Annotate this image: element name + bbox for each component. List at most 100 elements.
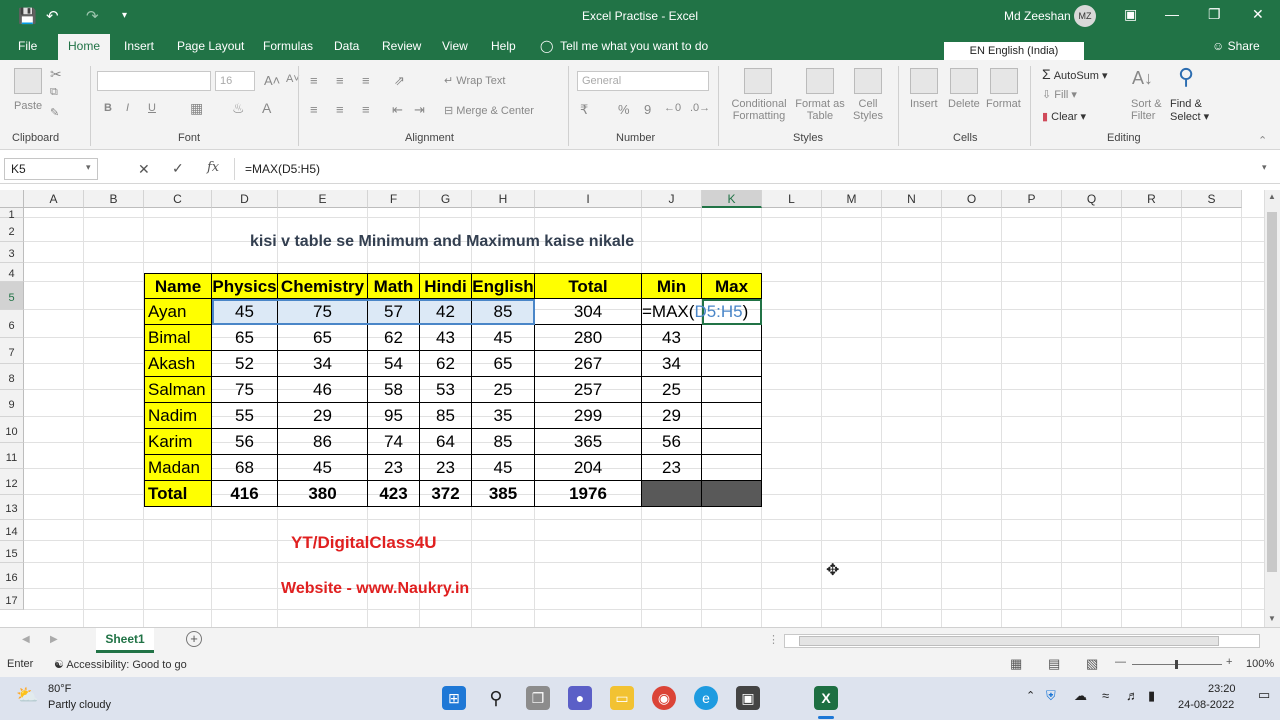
table-cell[interactable]: 257 (535, 377, 642, 403)
conditional-formatting-icon[interactable] (744, 68, 772, 94)
table-cell[interactable]: 204 (535, 455, 642, 481)
column-header[interactable]: S (1182, 190, 1242, 208)
table-cell[interactable]: 23 (642, 455, 702, 481)
file-explorer-icon[interactable]: ▭ (610, 686, 634, 710)
tab-home[interactable]: Home (58, 34, 111, 60)
tab-data[interactable]: Data (334, 39, 359, 53)
sort-filter-button[interactable]: Sort & Filter (1131, 98, 1162, 122)
table-header-cell[interactable]: Chemistry (278, 273, 368, 299)
table-header-cell[interactable]: Hindi (420, 273, 472, 299)
collapse-ribbon-icon[interactable]: ⌃ (1258, 134, 1267, 147)
vertical-scrollbar[interactable]: ▲ ▼ (1264, 190, 1280, 627)
expand-formula-bar-icon[interactable]: ▾ (1262, 162, 1267, 173)
table-cell[interactable]: 29 (642, 403, 702, 429)
task-view-icon[interactable]: ❐ (526, 686, 550, 710)
column-header[interactable]: O (942, 190, 1002, 208)
tab-formulas[interactable]: Formulas (263, 39, 313, 53)
table-cell[interactable]: 42 (420, 299, 472, 325)
row-header[interactable]: 7 (0, 338, 24, 364)
table-cell[interactable]: 85 (420, 403, 472, 429)
scroll-down-icon[interactable]: ▼ (1268, 614, 1276, 623)
number-format-select[interactable]: General (577, 71, 709, 91)
enter-icon[interactable]: ✓ (172, 160, 184, 177)
table-header-cell[interactable]: Physics (212, 273, 278, 299)
ribbon-display-icon[interactable]: ▣ (1124, 6, 1137, 23)
table-cell[interactable]: 65 (212, 325, 278, 351)
insert-function-icon[interactable]: fx (207, 160, 219, 175)
row-header[interactable]: 17 (0, 589, 24, 610)
table-cell[interactable]: 57 (368, 299, 420, 325)
clear-button[interactable]: ▮ Clear ▾ (1042, 110, 1086, 123)
column-header[interactable]: M (822, 190, 882, 208)
table-cell[interactable]: 25 (642, 377, 702, 403)
middle-align-icon[interactable]: ≡ (336, 73, 344, 88)
next-sheet-icon[interactable]: ▶ (50, 634, 58, 645)
table-cell[interactable]: 65 (278, 325, 368, 351)
select-all-button[interactable] (0, 190, 24, 208)
bottom-align-icon[interactable]: ≡ (362, 73, 370, 88)
avatar[interactable]: MZ (1074, 5, 1096, 27)
battery-icon[interactable]: ▮ (1148, 688, 1155, 704)
format-cells-label[interactable]: Format (986, 98, 1021, 110)
table-header-cell[interactable]: Total (535, 273, 642, 299)
table-cell[interactable]: 85 (472, 429, 535, 455)
table-name-cell[interactable]: Bimal (144, 325, 212, 351)
delete-cells-label[interactable]: Delete (948, 98, 980, 110)
worksheet-grid[interactable]: ABCDEFGHIJKLMNOPQRS 1 2 3 4 5 6 7 8 9 10 11 12 13 14 1… (0, 190, 1264, 627)
fill-button[interactable]: ⇩ Fill ▾ (1042, 88, 1077, 101)
italic-icon[interactable]: I (126, 102, 129, 114)
row-header[interactable]: 5 (0, 282, 24, 310)
minimize-icon[interactable]: — (1165, 6, 1179, 22)
weather-desc[interactable]: Partly cloudy (48, 699, 111, 711)
row-header[interactable]: 11 (0, 443, 24, 469)
chrome-icon[interactable]: ◉ (652, 686, 676, 710)
table-cell[interactable]: 56 (642, 429, 702, 455)
table-cell[interactable]: 62 (420, 351, 472, 377)
column-header[interactable]: J (642, 190, 702, 208)
language-indicator[interactable]: EN English (India) (944, 42, 1084, 60)
column-header[interactable]: E (278, 190, 368, 208)
maximize-icon[interactable]: ❐ (1208, 6, 1221, 23)
column-header[interactable]: D (212, 190, 278, 208)
page-break-view-icon[interactable]: ▧ (1086, 656, 1098, 672)
formula-input[interactable]: =MAX(D5:H5) (234, 158, 1274, 180)
vertical-scroll-thumb[interactable] (1267, 212, 1277, 572)
table-cell[interactable]: 29 (278, 403, 368, 429)
insert-cells-icon[interactable] (910, 68, 938, 94)
table-cell[interactable]: 35 (472, 403, 535, 429)
copy-icon[interactable]: ⧉ (50, 86, 58, 99)
align-right-icon[interactable]: ≡ (362, 102, 370, 117)
tab-file[interactable]: File (18, 39, 37, 53)
weather-temp[interactable]: 80°F (48, 683, 71, 695)
table-cell[interactable]: 74 (368, 429, 420, 455)
table-cell[interactable]: 299 (535, 403, 642, 429)
column-header[interactable]: G (420, 190, 472, 208)
prev-sheet-icon[interactable]: ◀ (22, 634, 30, 645)
merge-center-button[interactable]: ⊟ Merge & Center (444, 104, 534, 117)
table-cell[interactable] (702, 325, 762, 351)
table-cell[interactable]: 58 (368, 377, 420, 403)
editing-formula-cell[interactable]: =MAX(D5:H5) (642, 299, 748, 325)
table-header-cell[interactable]: Min (642, 273, 702, 299)
table-cell[interactable]: 43 (642, 325, 702, 351)
notifications-icon[interactable]: ▭ (1258, 687, 1270, 703)
font-name-select[interactable] (97, 71, 211, 91)
row-header[interactable]: 9 (0, 390, 24, 417)
table-header-cell[interactable]: Max (702, 273, 762, 299)
column-header[interactable]: Q (1062, 190, 1122, 208)
table-cell[interactable]: 62 (368, 325, 420, 351)
table-cell[interactable]: 45 (472, 325, 535, 351)
row-header[interactable]: 4 (0, 263, 24, 282)
decrease-indent-icon[interactable]: ⇤ (392, 102, 403, 118)
table-cell[interactable]: 56 (212, 429, 278, 455)
table-cell[interactable] (702, 351, 762, 377)
row-header[interactable]: 12 (0, 469, 24, 495)
align-left-icon[interactable]: ≡ (310, 102, 318, 117)
tab-review[interactable]: Review (382, 39, 421, 53)
row-header[interactable]: 8 (0, 364, 24, 390)
increase-font-icon[interactable]: A˄ (264, 73, 280, 88)
find-select-button[interactable]: Find & Select ▾ (1170, 98, 1209, 123)
share-button[interactable]: ☺ Share (1212, 39, 1260, 53)
table-cell[interactable]: 68 (212, 455, 278, 481)
total-cell[interactable]: 385 (472, 481, 535, 507)
